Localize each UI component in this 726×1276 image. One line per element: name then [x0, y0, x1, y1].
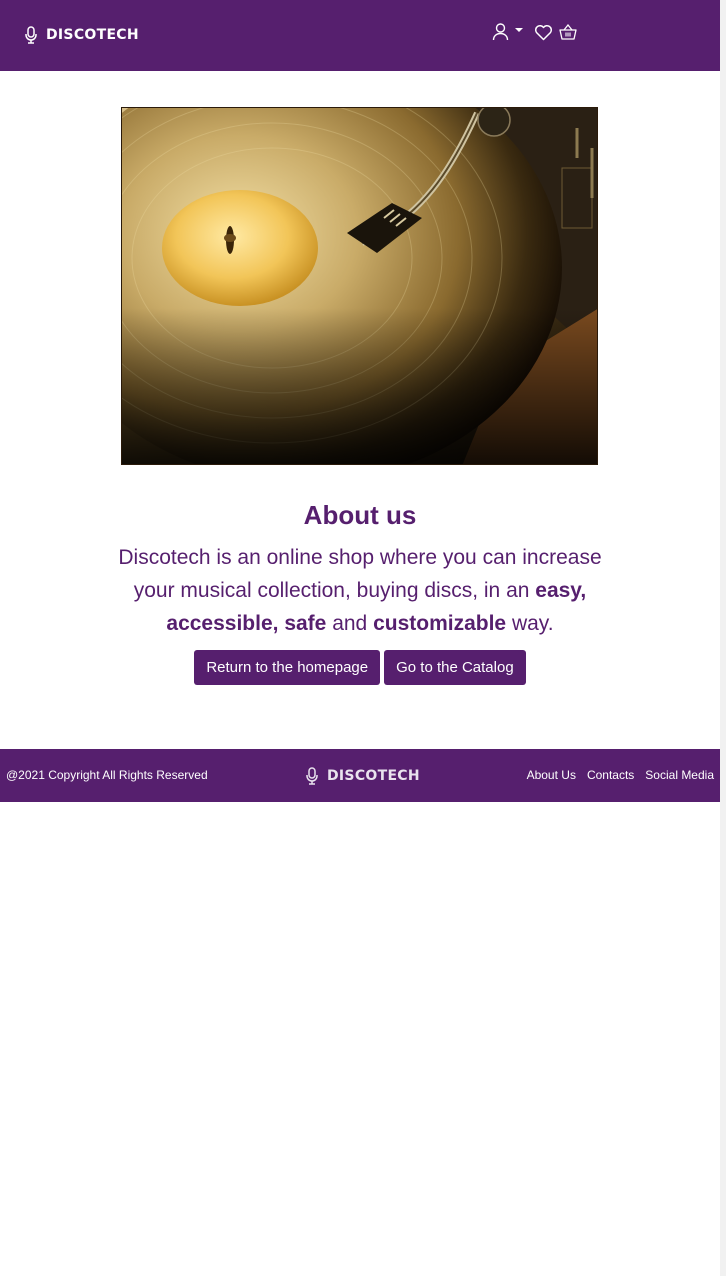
- brand-name: DISCOTECH: [46, 27, 139, 43]
- about-bold-easy: easy,: [535, 579, 587, 602]
- basket-icon: [559, 24, 577, 40]
- go-to-catalog-button[interactable]: Go to the Catalog: [384, 650, 526, 685]
- copyright-text: @2021 Copyright All Rights Reserved: [6, 768, 208, 782]
- footer-link-social-media[interactable]: Social Media: [645, 768, 714, 782]
- user-menu-button[interactable]: [492, 23, 523, 41]
- return-homepage-button[interactable]: Return to the homepage: [194, 650, 381, 685]
- about-bold-safe: safe: [284, 612, 327, 635]
- about-text-4: and: [326, 612, 374, 635]
- about-title: About us: [303, 500, 417, 530]
- footer-links: About Us Contacts Social Media: [516, 768, 714, 782]
- microphone-icon: [306, 767, 318, 785]
- about-bold-customizable: customizable: [373, 612, 507, 635]
- footer: @2021 Copyright All Rights Reserved DISC…: [0, 749, 720, 802]
- page: DISCOTECH About us Discotech is an onlin…: [0, 0, 720, 1276]
- navbar: DISCOTECH: [0, 0, 720, 71]
- microphone-icon: [25, 26, 37, 44]
- brand-logo[interactable]: DISCOTECH: [24, 24, 139, 46]
- about-text-1: Discotech is an online shop where you ca…: [118, 546, 602, 602]
- footer-link-contacts[interactable]: Contacts: [587, 768, 634, 782]
- about-description: Discotech is an online shop where you ca…: [108, 541, 612, 640]
- user-icon: [492, 23, 509, 41]
- about-bold-accessible: accessible,: [166, 612, 279, 635]
- footer-link-about-us[interactable]: About Us: [527, 768, 576, 782]
- nav-icons: [492, 20, 577, 44]
- about-actions: Return to the homepage Go to the Catalog: [0, 650, 720, 685]
- page-edge: [720, 0, 726, 1276]
- footer-brand-name: DISCOTECH: [327, 768, 420, 784]
- wishlist-button[interactable]: [534, 24, 553, 41]
- footer-brand-logo[interactable]: DISCOTECH: [305, 765, 420, 787]
- chevron-down-icon: [515, 28, 523, 32]
- cart-button[interactable]: [559, 24, 577, 40]
- hero-image: [121, 107, 598, 465]
- heart-icon: [535, 24, 552, 40]
- vinyl-turntable-illustration: [122, 108, 597, 464]
- about-text-5: way.: [506, 612, 554, 635]
